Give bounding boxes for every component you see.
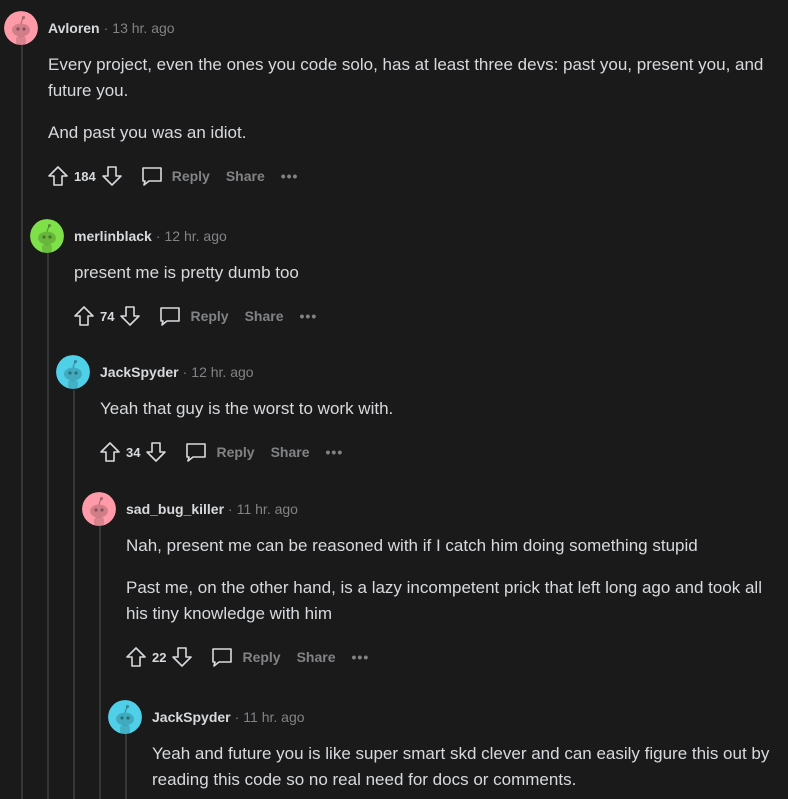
share-button[interactable]: Share xyxy=(297,649,336,665)
comment-author[interactable]: sad_bug_killer xyxy=(126,501,224,517)
downvote-icon xyxy=(120,306,141,326)
avatar[interactable] xyxy=(4,11,38,45)
snoo-avatar-icon xyxy=(108,700,142,734)
snoo-avatar-icon xyxy=(30,219,64,253)
comment-timestamp[interactable]: 12 hr. ago xyxy=(165,228,227,244)
downvote-icon xyxy=(146,442,167,462)
comment-actions: 184 Reply Share ••• xyxy=(44,162,788,190)
comment-header: Avloren · 13 hr. ago xyxy=(4,10,788,46)
reply-label: Reply xyxy=(216,444,255,460)
more-options-button[interactable]: ••• xyxy=(300,308,318,324)
separator-dot: · xyxy=(228,501,233,517)
downvote-icon xyxy=(172,647,193,667)
upvote-icon xyxy=(74,306,94,326)
downvote-button[interactable] xyxy=(168,643,196,671)
comment-author[interactable]: JackSpyder xyxy=(152,709,231,725)
more-options-button[interactable]: ••• xyxy=(281,168,299,184)
comment-paragraph: present me is pretty dumb too xyxy=(74,263,299,282)
comment-header: JackSpyder · 12 hr. ago xyxy=(56,354,788,390)
thread-line-2[interactable] xyxy=(47,252,49,799)
share-button[interactable]: Share xyxy=(245,308,284,324)
downvote-button[interactable] xyxy=(116,302,144,330)
snoo-avatar-icon xyxy=(56,355,90,389)
comment-body: Every project, even the ones you code so… xyxy=(48,52,788,190)
separator-dot: · xyxy=(155,228,161,244)
vote-score: 74 xyxy=(100,308,115,324)
more-options-button[interactable]: ••• xyxy=(352,649,370,665)
avatar[interactable] xyxy=(82,492,116,526)
comment-timestamp[interactable]: 12 hr. ago xyxy=(191,364,253,380)
comment-timestamp[interactable]: 11 hr. ago xyxy=(243,709,304,725)
reply-button[interactable]: Reply xyxy=(158,305,229,327)
separator-dot: · xyxy=(182,364,188,380)
separator-dot: · xyxy=(103,20,109,36)
comment-header: merlinblack · 12 hr. ago xyxy=(30,218,788,254)
comment-paragraph: Nah, present me can be reasoned with if … xyxy=(126,536,698,555)
comment-bubble-icon xyxy=(160,307,181,326)
more-options-button[interactable]: ••• xyxy=(326,444,344,460)
comment-body: Nah, present me can be reasoned with if … xyxy=(126,533,788,671)
snoo-avatar-icon xyxy=(4,11,38,45)
reply-button[interactable]: Reply xyxy=(140,165,210,187)
comment: JackSpyder · 11 hr. ago Yeah and future … xyxy=(108,699,788,793)
comment-actions: 34 Reply Share ••• xyxy=(96,438,788,466)
comment-author[interactable]: merlinblack xyxy=(74,228,152,244)
comment-actions: 74 Reply Share ••• xyxy=(70,302,788,330)
avatar[interactable] xyxy=(56,355,90,389)
comment: Avloren · 13 hr. ago Every project, even… xyxy=(4,10,788,190)
comment-paragraph: Past me, on the other hand, is a lazy in… xyxy=(126,578,762,623)
reply-label: Reply xyxy=(190,308,229,324)
comment-timestamp[interactable]: 11 hr. ago xyxy=(237,501,298,517)
comment-bubble-icon xyxy=(212,648,233,667)
upvote-button[interactable] xyxy=(70,302,98,330)
snoo-avatar-icon xyxy=(82,492,116,526)
comment-paragraph: Every project, even the ones you code so… xyxy=(48,55,764,100)
comment-header: sad_bug_killer · 11 hr. ago xyxy=(82,491,788,527)
comment-timestamp[interactable]: 13 hr. ago xyxy=(112,20,174,36)
share-button[interactable]: Share xyxy=(226,168,265,184)
comment-author[interactable]: Avloren xyxy=(48,20,100,36)
downvote-button[interactable] xyxy=(98,162,126,190)
vote-score: 184 xyxy=(74,168,96,184)
upvote-button[interactable] xyxy=(96,438,124,466)
reply-button[interactable]: Reply xyxy=(210,646,281,668)
vote-score: 34 xyxy=(126,444,141,460)
comment-actions: 22 Reply Share ••• xyxy=(122,643,788,671)
comment-body: Yeah and future you is like super smart … xyxy=(152,741,788,793)
comment-header: JackSpyder · 11 hr. ago xyxy=(108,699,788,735)
comment-paragraph: Yeah that guy is the worst to work with. xyxy=(100,399,394,418)
upvote-icon xyxy=(126,647,146,667)
comment-paragraph: And past you was an idiot. xyxy=(48,123,247,142)
comment-bubble-icon xyxy=(186,443,207,462)
vote-score: 22 xyxy=(152,649,167,665)
comment-author[interactable]: JackSpyder xyxy=(100,364,179,380)
downvote-button[interactable] xyxy=(142,438,170,466)
comment-body: Yeah that guy is the worst to work with.… xyxy=(100,396,788,466)
reply-label: Reply xyxy=(242,649,281,665)
share-button[interactable]: Share xyxy=(271,444,310,460)
comment-body: present me is pretty dumb too 74 Reply S… xyxy=(74,260,788,330)
reply-button[interactable]: Reply xyxy=(184,441,255,463)
separator-dot: · xyxy=(234,709,240,725)
downvote-icon xyxy=(101,166,122,186)
upvote-button[interactable] xyxy=(44,162,72,190)
upvote-icon xyxy=(100,442,120,462)
comment: JackSpyder · 12 hr. ago Yeah that guy is… xyxy=(56,354,788,466)
upvote-icon xyxy=(48,166,68,186)
upvote-button[interactable] xyxy=(122,643,150,671)
comment: merlinblack · 12 hr. ago present me is p… xyxy=(30,218,788,330)
reply-label: Reply xyxy=(171,168,210,184)
avatar[interactable] xyxy=(30,219,64,253)
comment: sad_bug_killer · 11 hr. ago Nah, present… xyxy=(82,491,788,671)
comment-bubble-icon xyxy=(141,167,162,186)
comment-paragraph: Yeah and future you is like super smart … xyxy=(152,744,770,789)
avatar[interactable] xyxy=(108,700,142,734)
